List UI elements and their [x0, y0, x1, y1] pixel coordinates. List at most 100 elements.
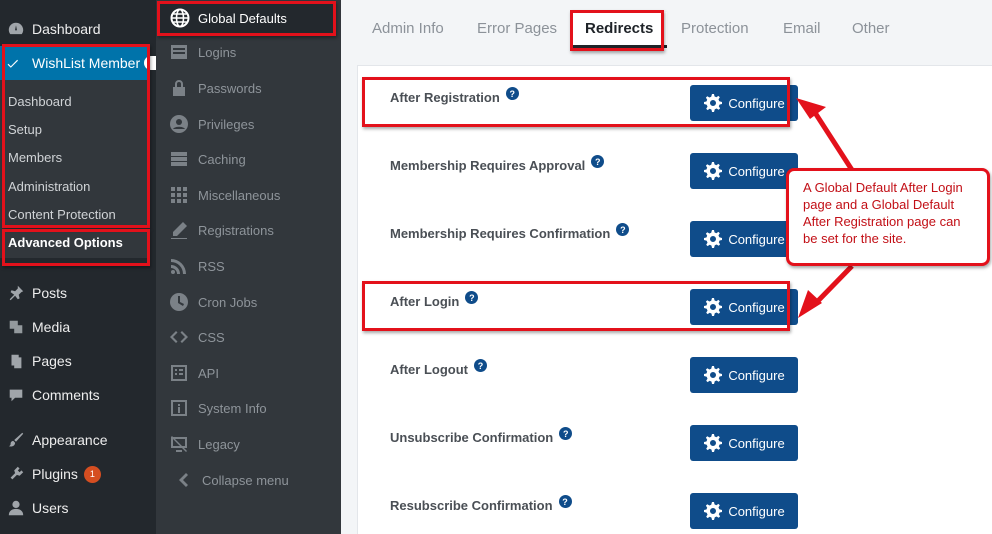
settings-tabs: Admin Info Error Pages Redirects Protect… [341, 0, 992, 52]
highlight-after-registration-row [362, 77, 790, 127]
wlm-item-css[interactable]: CSS [168, 324, 225, 350]
sidebar-item-label: Plugins [32, 466, 78, 482]
wlm-item-legacy[interactable]: Legacy [168, 431, 240, 457]
wlm-item-label: Miscellaneous [198, 187, 281, 203]
help-icon[interactable]: ? [559, 427, 573, 440]
tab-email[interactable]: Email [783, 20, 821, 37]
paintbrush-icon [6, 430, 26, 450]
user-icon [6, 498, 26, 518]
help-icon[interactable]: ? [591, 155, 605, 168]
button-label: Configure [728, 163, 785, 179]
gear-icon [704, 162, 723, 180]
configure-membership-requires-confirmation-button[interactable]: Configure [690, 221, 798, 257]
pushpin-icon [6, 283, 26, 303]
wlm-item-label: Privileges [198, 116, 255, 132]
highlight-wishlist-menu [2, 44, 150, 228]
grid-icon [168, 184, 190, 206]
button-label: Configure [728, 231, 785, 247]
wlm-item-registrations[interactable]: Registrations [168, 217, 274, 243]
sidebar-item-media[interactable]: Media [0, 310, 156, 344]
sidebar-item-pages[interactable]: Pages [0, 344, 156, 378]
sidebar-item-label: Posts [32, 285, 68, 301]
configure-membership-requires-approval-button[interactable]: Configure [690, 153, 798, 189]
button-label: Configure [728, 503, 785, 519]
code-icon [168, 326, 190, 348]
redirect-label-unsubscribe-confirmation: Unsubscribe Confirmation? [390, 427, 573, 445]
redirect-label-resubscribe-confirmation: Resubscribe Confirmation? [390, 495, 572, 513]
sidebar-item-plugins[interactable]: Plugins 1 [0, 457, 156, 491]
wlm-item-system-info[interactable]: System Info [168, 395, 267, 421]
tab-protection[interactable]: Protection [681, 20, 749, 37]
configure-after-logout-button[interactable]: Configure [690, 357, 798, 393]
wlm-item-privileges[interactable]: Privileges [168, 111, 254, 137]
highlight-after-login-row [362, 281, 790, 331]
configure-resubscribe-confirmation-button[interactable]: Configure [690, 493, 798, 529]
sidebar-item-label: Appearance [32, 432, 108, 448]
sidebar-item-label: Users [32, 500, 69, 516]
wlm-item-caching[interactable]: Caching [168, 146, 246, 172]
media-icon [6, 317, 26, 337]
dashboard-icon [6, 19, 26, 39]
login-form-icon [168, 41, 190, 63]
wlm-item-label: Logins [198, 44, 237, 60]
sidebar-item-comments[interactable]: Comments [0, 378, 156, 412]
help-icon[interactable]: ? [558, 495, 572, 508]
redirect-label-membership-requires-approval: Membership Requires Approval? [390, 155, 605, 173]
tab-admin-info[interactable]: Admin Info [372, 20, 444, 37]
rss-icon [168, 255, 190, 277]
pages-icon [6, 351, 26, 371]
button-label: Configure [728, 435, 785, 451]
wlm-item-label: Cron Jobs [198, 294, 258, 310]
pencil-icon [168, 219, 190, 241]
annotation-callout: A Global Default After Login page and a … [786, 168, 990, 266]
row-label-text: Membership Requires Approval [390, 158, 586, 173]
button-label: Configure [728, 367, 785, 383]
wlm-item-logins[interactable]: Logins [168, 39, 236, 65]
gear-icon [704, 366, 723, 384]
sidebar-item-dashboard[interactable]: Dashboard [0, 12, 156, 46]
wlm-item-label: Registrations [198, 222, 274, 238]
wlm-item-label: System Info [198, 400, 267, 416]
help-icon[interactable]: ? [473, 359, 487, 372]
wlm-item-miscellaneous[interactable]: Miscellaneous [168, 182, 280, 208]
sidebar-item-posts[interactable]: Posts [0, 276, 156, 310]
highlight-global-defaults [157, 1, 336, 36]
sidebar-item-label: Media [32, 319, 71, 335]
row-label-text: Membership Requires Confirmation [390, 226, 611, 241]
wlm-item-rss[interactable]: RSS [168, 253, 225, 279]
wlm-item-label: CSS [198, 329, 225, 345]
wlm-item-label: Caching [198, 151, 246, 167]
gear-icon [704, 502, 723, 520]
chevron-left-icon [172, 469, 194, 491]
comment-icon [6, 385, 26, 405]
wlm-item-passwords[interactable]: Passwords [168, 75, 262, 101]
tab-error-pages[interactable]: Error Pages [477, 20, 557, 37]
wlm-item-label: Legacy [198, 436, 240, 452]
sidebar-item-users[interactable]: Users [0, 491, 156, 525]
row-label-text: Unsubscribe Confirmation [390, 430, 554, 445]
wlm-item-cron-jobs[interactable]: Cron Jobs [168, 289, 257, 315]
collapse-menu[interactable]: Collapse menu [172, 467, 289, 493]
highlight-redirects-tab [570, 10, 664, 51]
configure-unsubscribe-confirmation-button[interactable]: Configure [690, 425, 798, 461]
wlm-item-label: Passwords [198, 80, 262, 96]
wlm-item-label: API [198, 365, 219, 381]
redirect-label-after-logout: After Logout? [390, 359, 487, 377]
wlm-item-api[interactable]: API [168, 360, 219, 386]
api-icon [168, 362, 190, 384]
update-count-badge: 1 [83, 465, 101, 483]
redirect-label-membership-requires-confirmation: Membership Requires Confirmation? [390, 223, 630, 241]
clock-icon [168, 291, 190, 313]
sidebar-item-appearance[interactable]: Appearance [0, 423, 156, 457]
info-icon [168, 397, 190, 419]
wlm-item-label: RSS [198, 258, 225, 274]
plug-icon [6, 464, 26, 484]
sidebar-item-label: Dashboard [32, 21, 101, 37]
help-icon[interactable]: ? [616, 223, 630, 236]
gear-icon [704, 434, 723, 452]
tab-other[interactable]: Other [852, 20, 890, 37]
sidebar-item-label: Comments [32, 387, 100, 403]
row-label-text: Resubscribe Confirmation [390, 498, 553, 513]
sidebar-item-label: Pages [32, 353, 72, 369]
gear-icon [704, 230, 723, 248]
